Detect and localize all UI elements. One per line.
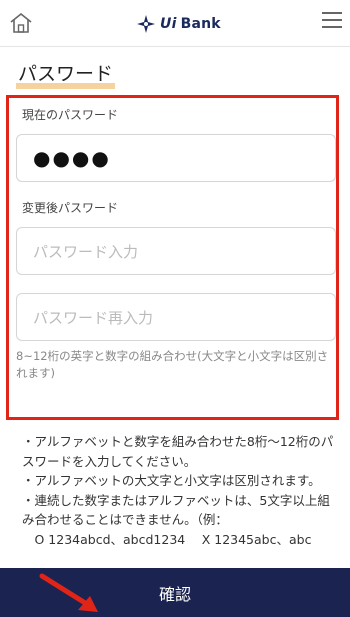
brand-name: Bank: [180, 16, 221, 32]
note-line: ・アルファベットと数字を組み合わせた8桁〜12桁のパスワードを入力してください。: [22, 434, 334, 469]
app-header: Ui Bank: [0, 0, 350, 47]
new-password-confirm-input[interactable]: パスワード再入力: [16, 293, 336, 341]
new-password-input[interactable]: パスワード入力: [16, 227, 336, 275]
note-line: ・連続した数字またはアルファベットは、5文字以上組み合わせることはできません。（…: [22, 492, 330, 528]
password-hint: 8~12桁の英字と数字の組み合わせ(大文字と小文字は区別されます): [16, 349, 329, 380]
brand-prefix: Ui: [160, 16, 177, 32]
page-title: パスワード: [16, 62, 116, 89]
hamburger-menu-icon[interactable]: [322, 12, 342, 32]
note-line: ・アルファベットの大文字と小文字は区別されます。: [22, 473, 321, 488]
star-logo-icon: [137, 15, 155, 33]
pointer-arrow-icon: [39, 573, 98, 612]
current-password-input[interactable]: ●●●●: [16, 134, 336, 182]
brand-logo[interactable]: Ui Bank: [136, 12, 221, 36]
home-icon[interactable]: [8, 10, 34, 36]
current-password-label: 現在のパスワード: [22, 108, 119, 122]
password-notes: ・アルファベットと数字を組み合わせた8桁〜12桁のパスワードを入力してください。…: [22, 432, 334, 549]
note-line: O 1234abcd、abcd1234 X 12345abc、abc: [22, 531, 312, 547]
new-password-label: 変更後パスワード: [22, 201, 119, 215]
